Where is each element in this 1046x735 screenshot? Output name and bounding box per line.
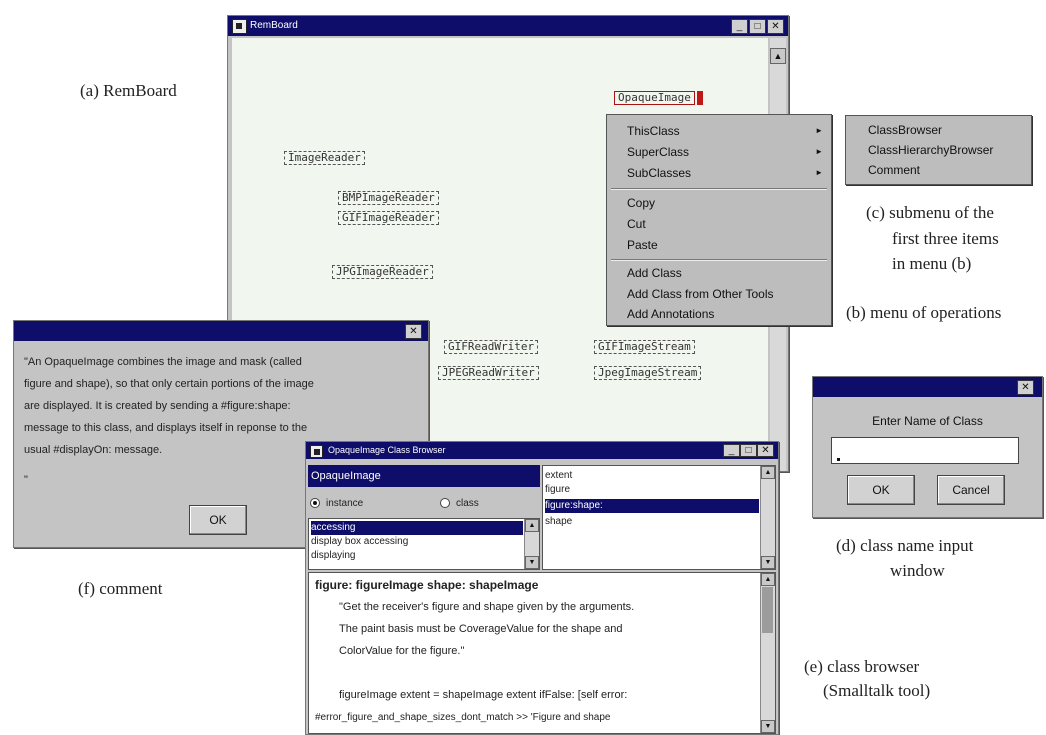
menu-item-add-class-other-tools[interactable]: Add Class from Other Tools: [607, 284, 831, 304]
selector-list[interactable]: extent figure figure:shape: shape ▲ ▼: [542, 465, 776, 570]
remboard-title: RemBoard: [250, 20, 298, 31]
category-scrollbar[interactable]: ▲ ▼: [524, 519, 539, 569]
submenu-arrow-icon: ►: [815, 126, 823, 135]
class-name-field[interactable]: [831, 437, 1019, 464]
node-gif-read-writer[interactable]: GIFReadWriter: [444, 340, 539, 354]
list-item[interactable]: displaying: [311, 549, 523, 563]
node-jpg-image-reader[interactable]: JPGImageReader: [332, 265, 433, 279]
caption-submenu-1: (c) submenu of the: [866, 203, 994, 222]
scroll-up-icon[interactable]: ▲: [770, 48, 786, 64]
app-icon: [310, 445, 323, 458]
class-name[interactable]: OpaqueImage: [311, 469, 537, 483]
method-line: #error_figure_and_shape_sizes_dont_match…: [315, 712, 611, 723]
menu-separator: [611, 259, 827, 261]
caption-input-2: window: [890, 561, 945, 580]
caption-menu: (b) menu of operations: [846, 303, 1002, 322]
comment-line: message to this class, and displays itse…: [24, 422, 308, 434]
class-name-pane[interactable]: OpaqueImage: [308, 465, 540, 487]
node-bmp-image-reader[interactable]: BMPImageReader: [338, 191, 439, 205]
submenu-item-class-browser[interactable]: ClassBrowser: [846, 120, 1031, 140]
method-scrollbar[interactable]: ▲ ▼: [760, 573, 775, 733]
radio-selected-icon: [310, 498, 320, 509]
browser-title: OpaqueImage Class Browser: [328, 445, 446, 455]
menu-item-this-class[interactable]: ThisClass ►: [607, 121, 831, 141]
app-icon: [232, 19, 247, 34]
remboard-titlebar: RemBoard _ □ ✕: [228, 16, 788, 36]
comment-titlebar: ✕: [14, 321, 428, 341]
menu-item-copy[interactable]: Copy: [607, 193, 831, 213]
class-name-input-window: ✕ Enter Name of Class OK Cancel: [812, 376, 1043, 518]
submenu-item-class-hierarchy-browser[interactable]: ClassHierarchyBrowser: [846, 140, 1031, 160]
caption-browser-2: (Smalltalk tool): [823, 681, 931, 700]
scroll-down-icon[interactable]: ▼: [525, 556, 539, 569]
caption-input-1: (d) class name input: [836, 536, 974, 555]
radio-class[interactable]: class: [440, 498, 479, 509]
menu-item-add-class[interactable]: Add Class: [607, 263, 831, 283]
caption-submenu-2: first three items: [892, 229, 999, 248]
list-item[interactable]: figure:shape:: [545, 499, 759, 513]
submenu-arrow-icon: ►: [815, 147, 823, 156]
scroll-down-icon[interactable]: ▼: [761, 720, 775, 733]
minimize-icon[interactable]: _: [731, 19, 748, 34]
menu-item-paste[interactable]: Paste: [607, 235, 831, 255]
caption-submenu-3: in menu (b): [892, 254, 972, 273]
radio-instance[interactable]: instance: [310, 498, 363, 509]
method-line: "Get the receiver's figure and shape giv…: [339, 601, 635, 613]
comment-line: are displayed. It is created by sending …: [24, 400, 291, 412]
scroll-thumb[interactable]: [762, 587, 773, 633]
menu-item-add-annotations[interactable]: Add Annotations: [607, 304, 831, 324]
method-header: figure: figureImage shape: shapeImage: [315, 578, 539, 592]
menu-item-super-class[interactable]: SuperClass ►: [607, 142, 831, 162]
list-item[interactable]: display box accessing: [311, 535, 523, 549]
close-icon[interactable]: ✕: [767, 19, 784, 34]
submenu-arrow-icon: ►: [815, 168, 823, 177]
category-list[interactable]: accessing display box accessing displayi…: [308, 518, 540, 570]
close-icon[interactable]: ✕: [1017, 380, 1034, 395]
node-gif-image-reader[interactable]: GIFImageReader: [338, 211, 439, 225]
node-opaque-image[interactable]: OpaqueImage: [614, 91, 703, 105]
menu-item-sub-classes[interactable]: SubClasses ►: [607, 163, 831, 183]
scroll-down-icon[interactable]: ▼: [761, 556, 775, 569]
scroll-up-icon[interactable]: ▲: [525, 519, 539, 532]
caption-comment: (f) comment: [78, 579, 163, 598]
list-item[interactable]: figure: [545, 483, 759, 497]
comment-line: figure and shape), so that only certain …: [24, 378, 314, 390]
caption-remboard: (a) RemBoard: [80, 81, 177, 100]
caption-browser-1: (e) class browser: [804, 657, 920, 676]
input-cancel-button[interactable]: Cancel: [937, 475, 1005, 505]
input-ok-button[interactable]: OK: [847, 475, 915, 505]
maximize-icon[interactable]: □: [740, 444, 757, 457]
text-cursor: [837, 458, 840, 461]
class-submenu: ClassBrowser ClassHierarchyBrowser Comme…: [845, 115, 1032, 185]
browser-titlebar: OpaqueImage Class Browser _ □ ✕: [306, 442, 778, 459]
method-line: ColorValue for the figure.": [339, 645, 465, 657]
method-source-pane[interactable]: figure: figureImage shape: shapeImage "G…: [308, 572, 776, 734]
list-item[interactable]: shape: [545, 515, 759, 529]
node-jpeg-read-writer[interactable]: JPEGReadWriter: [438, 366, 539, 380]
list-item[interactable]: extent: [545, 469, 759, 483]
submenu-item-comment[interactable]: Comment: [846, 160, 1031, 180]
input-titlebar: ✕: [813, 377, 1042, 397]
minimize-icon[interactable]: _: [723, 444, 740, 457]
method-line: figureImage extent = shapeImage extent i…: [339, 689, 628, 701]
radio-unselected-icon: [440, 498, 450, 509]
close-icon[interactable]: ✕: [757, 444, 774, 457]
operations-menu: ThisClass ► SuperClass ► SubClasses ► Copy …: [606, 114, 832, 326]
maximize-icon[interactable]: □: [749, 19, 766, 34]
selector-scrollbar[interactable]: ▲ ▼: [760, 466, 775, 569]
class-browser-window: OpaqueImage Class Browser _ □ ✕ OpaqueIm…: [305, 441, 779, 735]
node-jpeg-image-stream[interactable]: JpegImageStream: [594, 366, 702, 380]
comment-ok-button[interactable]: OK: [189, 505, 247, 535]
scroll-up-icon[interactable]: ▲: [761, 573, 775, 586]
input-prompt: Enter Name of Class: [872, 414, 983, 428]
menu-item-cut[interactable]: Cut: [607, 214, 831, 234]
scroll-up-icon[interactable]: ▲: [761, 466, 775, 479]
method-line: The paint basis must be CoverageValue fo…: [339, 623, 623, 635]
close-icon[interactable]: ✕: [405, 324, 422, 339]
node-image-reader[interactable]: ImageReader: [284, 151, 365, 165]
list-item[interactable]: accessing: [311, 521, 523, 535]
node-gif-image-stream[interactable]: GIFImageStream: [594, 340, 695, 354]
menu-separator: [611, 188, 827, 190]
comment-line: "An OpaqueImage combines the image and m…: [24, 356, 302, 368]
